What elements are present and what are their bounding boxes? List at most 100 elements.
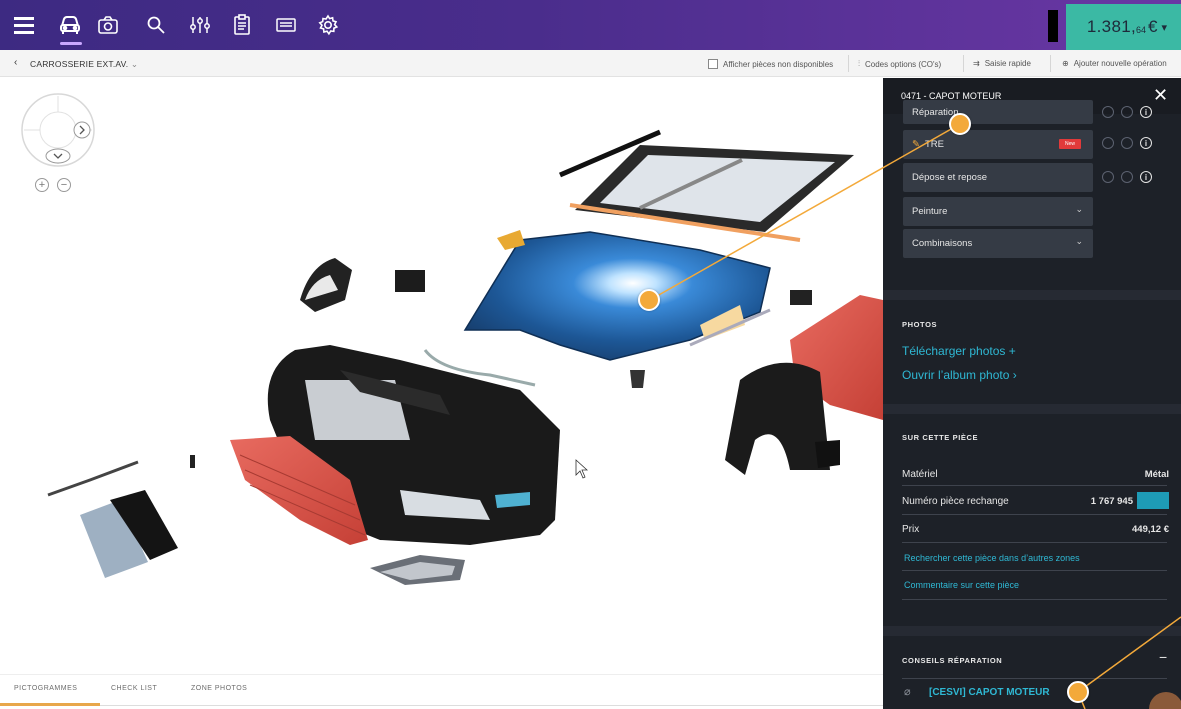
- keyboard-icon[interactable]: [270, 9, 302, 41]
- section-separator: [883, 290, 1181, 300]
- divider: [963, 55, 964, 72]
- info-icon[interactable]: i: [1140, 137, 1152, 149]
- operation-actions: i: [1102, 171, 1152, 183]
- repair-advice-link[interactable]: [CESVI] CAPOT MOTEUR: [929, 687, 1050, 698]
- clipboard-icon[interactable]: [226, 9, 258, 41]
- divider: [902, 678, 1167, 679]
- plus-circle-icon: ⊕: [1062, 59, 1069, 68]
- operation-actions: i: [1102, 137, 1152, 149]
- option-codes-label: Codes options (CO's): [865, 59, 942, 69]
- section-separator: [883, 404, 1181, 414]
- advice-hotspot[interactable]: [1067, 681, 1089, 703]
- divider: [902, 542, 1167, 543]
- option-codes-icon: ⫶: [858, 59, 860, 68]
- tab-check-list[interactable]: CHECK LIST: [111, 685, 157, 692]
- comment-part-link[interactable]: Commentaire sur cette pièce: [904, 580, 1019, 590]
- part-number-value: 1 767 945: [1090, 496, 1133, 507]
- divider: [848, 55, 849, 72]
- operation-label: Combinaisons: [912, 238, 973, 249]
- part-section-title: SUR CETTE PIÈCE: [902, 433, 979, 442]
- price-currency: €: [1148, 17, 1158, 36]
- divider: [902, 570, 1167, 571]
- show-unavailable-label: Afficher pièces non disponibles: [723, 59, 834, 69]
- new-badge: New: [1059, 139, 1081, 149]
- operation-label: Peinture: [912, 206, 948, 217]
- hood-part[interactable]: [463, 231, 771, 361]
- 3d-viewer[interactable]: + −: [0, 78, 883, 674]
- breadcrumb-bar: ‹ CARROSSERIE EXT.AV. ⌄ Afficher pièces …: [0, 50, 1181, 77]
- close-icon[interactable]: ✕: [1153, 85, 1168, 106]
- bottom-tabs: PICTOGRAMMES CHECK LIST ZONE PHOTOS: [0, 674, 883, 709]
- gear-icon[interactable]: [312, 9, 344, 41]
- operation-label: TRE: [924, 139, 944, 150]
- wrench-icon: ✎: [912, 139, 920, 150]
- total-price-button[interactable]: 1.381, 64 € ▾: [1066, 4, 1181, 50]
- section-separator: [883, 626, 1181, 636]
- fender-part[interactable]: [725, 295, 883, 475]
- add-operation-label: Ajouter nouvelle opération: [1073, 59, 1167, 68]
- top-toolbar: 1.381, 64 € ▾: [0, 0, 1181, 50]
- info-icon[interactable]: i: [1140, 171, 1152, 183]
- car-icon[interactable]: [54, 9, 86, 41]
- paperclip-icon: ⌀: [904, 686, 911, 698]
- checkbox-icon[interactable]: [708, 59, 718, 69]
- comment-icon[interactable]: [1121, 106, 1133, 118]
- operation-label: Dépose et repose: [912, 172, 987, 183]
- chevron-down-icon: ⌄: [1075, 236, 1083, 246]
- copy-part-number-button[interactable]: [1137, 492, 1169, 509]
- quick-entry-button[interactable]: ⇉ Saisie rapide: [973, 59, 1031, 68]
- chevron-down-icon: ▾: [1161, 21, 1167, 34]
- divider: [1050, 55, 1051, 72]
- chevron-down-icon: ⌄: [1075, 204, 1083, 214]
- toolbar-divider: [1048, 10, 1058, 42]
- show-unavailable-toggle[interactable]: Afficher pièces non disponibles: [708, 59, 833, 69]
- divider: [902, 514, 1167, 515]
- hood-hotspot[interactable]: [638, 289, 660, 311]
- part-number-label: Numéro pièce rechange: [902, 496, 1009, 507]
- panel-hotspot[interactable]: [949, 113, 971, 135]
- open-album-link[interactable]: Ouvrir l’album photo ›: [902, 368, 1017, 382]
- equalizer-icon[interactable]: [184, 9, 216, 41]
- comment-icon[interactable]: [1121, 171, 1133, 183]
- collapse-icon[interactable]: −: [1159, 649, 1167, 665]
- price-label: Prix: [902, 524, 920, 535]
- operation-remove-refit-button[interactable]: Dépose et repose: [903, 163, 1093, 192]
- tab-pictogrammes[interactable]: PICTOGRAMMES: [14, 685, 77, 692]
- windshield[interactable]: [559, 129, 854, 242]
- operation-repair-button[interactable]: Réparation: [903, 100, 1093, 124]
- quick-entry-label: Saisie rapide: [984, 59, 1031, 68]
- operation-combinations-dropdown[interactable]: Combinaisons ⌄: [903, 229, 1093, 258]
- gear-icon[interactable]: [1102, 106, 1114, 118]
- zone-title[interactable]: CARROSSERIE EXT.AV. ⌄: [30, 59, 138, 70]
- add-operation-button[interactable]: ⊕ Ajouter nouvelle opération: [1062, 59, 1167, 68]
- material-label: Matériel: [902, 469, 938, 480]
- zone-title-text: CARROSSERIE EXT.AV.: [30, 59, 129, 69]
- price-cents: 64: [1135, 24, 1146, 35]
- exploded-car-model[interactable]: [0, 78, 883, 674]
- search-icon[interactable]: [140, 9, 172, 41]
- operation-actions: i: [1102, 106, 1152, 118]
- gear-icon[interactable]: [1102, 137, 1114, 149]
- upload-photos-link[interactable]: Télécharger photos +: [902, 344, 1016, 358]
- advice-section-title: CONSEILS RÉPARATION: [902, 656, 1003, 665]
- operation-tre-button[interactable]: ✎ TRE New: [903, 130, 1093, 159]
- price-value: 449,12 €: [1132, 524, 1169, 535]
- menu-icon[interactable]: [8, 9, 40, 41]
- comment-icon[interactable]: [1121, 137, 1133, 149]
- option-codes-button[interactable]: ⫶ Codes options (CO's): [858, 59, 941, 69]
- camera-icon[interactable]: [92, 9, 124, 41]
- divider: [902, 485, 1167, 486]
- operation-paint-dropdown[interactable]: Peinture ⌄: [903, 197, 1093, 226]
- tab-zone-photos[interactable]: ZONE PHOTOS: [191, 685, 247, 692]
- search-part-link[interactable]: Rechercher cette pièce dans d’autres zon…: [904, 553, 1080, 563]
- avatar[interactable]: [1149, 692, 1181, 709]
- active-indicator: [60, 42, 82, 45]
- back-arrow-icon[interactable]: ‹: [14, 57, 17, 68]
- mouse-cursor-icon: [575, 459, 589, 479]
- part-detail-panel: 0471 - CAPOT MOTEUR ✕ Réparation i ✎ TRE…: [883, 78, 1181, 709]
- divider: [902, 599, 1167, 600]
- gear-icon[interactable]: [1102, 171, 1114, 183]
- info-icon[interactable]: i: [1140, 106, 1152, 118]
- price-main: 1.381,: [1086, 17, 1136, 36]
- material-value: Métal: [1144, 469, 1169, 480]
